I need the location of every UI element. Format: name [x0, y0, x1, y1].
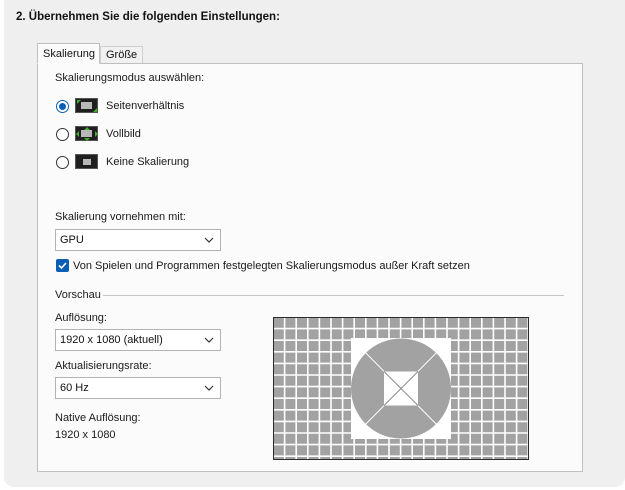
fullscreen-icon: [75, 126, 98, 141]
resolution-label: Auflösung:: [55, 312, 107, 324]
resolution-select[interactable]: 1920 x 1080 (aktuell): [55, 329, 221, 351]
perform-scaling-value: GPU: [60, 234, 84, 246]
perform-scaling-select[interactable]: GPU: [55, 229, 221, 251]
scaling-preview-image: [273, 317, 529, 460]
checkmark-icon: [58, 262, 67, 270]
native-resolution-value: 1920 x 1080: [55, 429, 116, 441]
override-checkbox[interactable]: [56, 259, 69, 272]
refresh-rate-value: 60 Hz: [60, 382, 89, 394]
radio-fullscreen[interactable]: [56, 128, 69, 141]
option-fullscreen-label[interactable]: Vollbild: [106, 128, 141, 140]
resolution-value: 1920 x 1080 (aktuell): [60, 334, 163, 346]
tab-groesse[interactable]: Größe: [100, 46, 144, 64]
no-scaling-icon: [75, 154, 98, 169]
option-aspect-ratio-label[interactable]: Seitenverhältnis: [106, 100, 184, 112]
refresh-rate-select[interactable]: 60 Hz: [55, 377, 221, 399]
refresh-rate-label: Aktualisierungsrate:: [55, 360, 152, 372]
chevron-down-icon: [204, 237, 214, 243]
override-label[interactable]: Von Spielen und Programmen festgelegten …: [73, 260, 470, 272]
scaling-mode-label: Skalierungsmodus auswählen:: [55, 72, 205, 84]
aspect-ratio-icon: [75, 98, 98, 113]
preview-group-divider: [103, 295, 564, 296]
radio-aspect-ratio[interactable]: [56, 100, 69, 113]
option-no-scaling-label[interactable]: Keine Skalierung: [106, 156, 189, 168]
chevron-down-icon: [204, 337, 214, 343]
chevron-down-icon: [204, 385, 214, 391]
step-title: 2. Übernehmen Sie die folgenden Einstell…: [16, 11, 280, 23]
preview-group-label: Vorschau: [55, 289, 101, 301]
radio-no-scaling[interactable]: [56, 156, 69, 169]
native-resolution-label: Native Auflösung:: [55, 412, 141, 424]
perform-scaling-label: Skalierung vornehmen mit:: [55, 211, 186, 223]
tab-skalierung[interactable]: Skalierung: [37, 43, 100, 64]
